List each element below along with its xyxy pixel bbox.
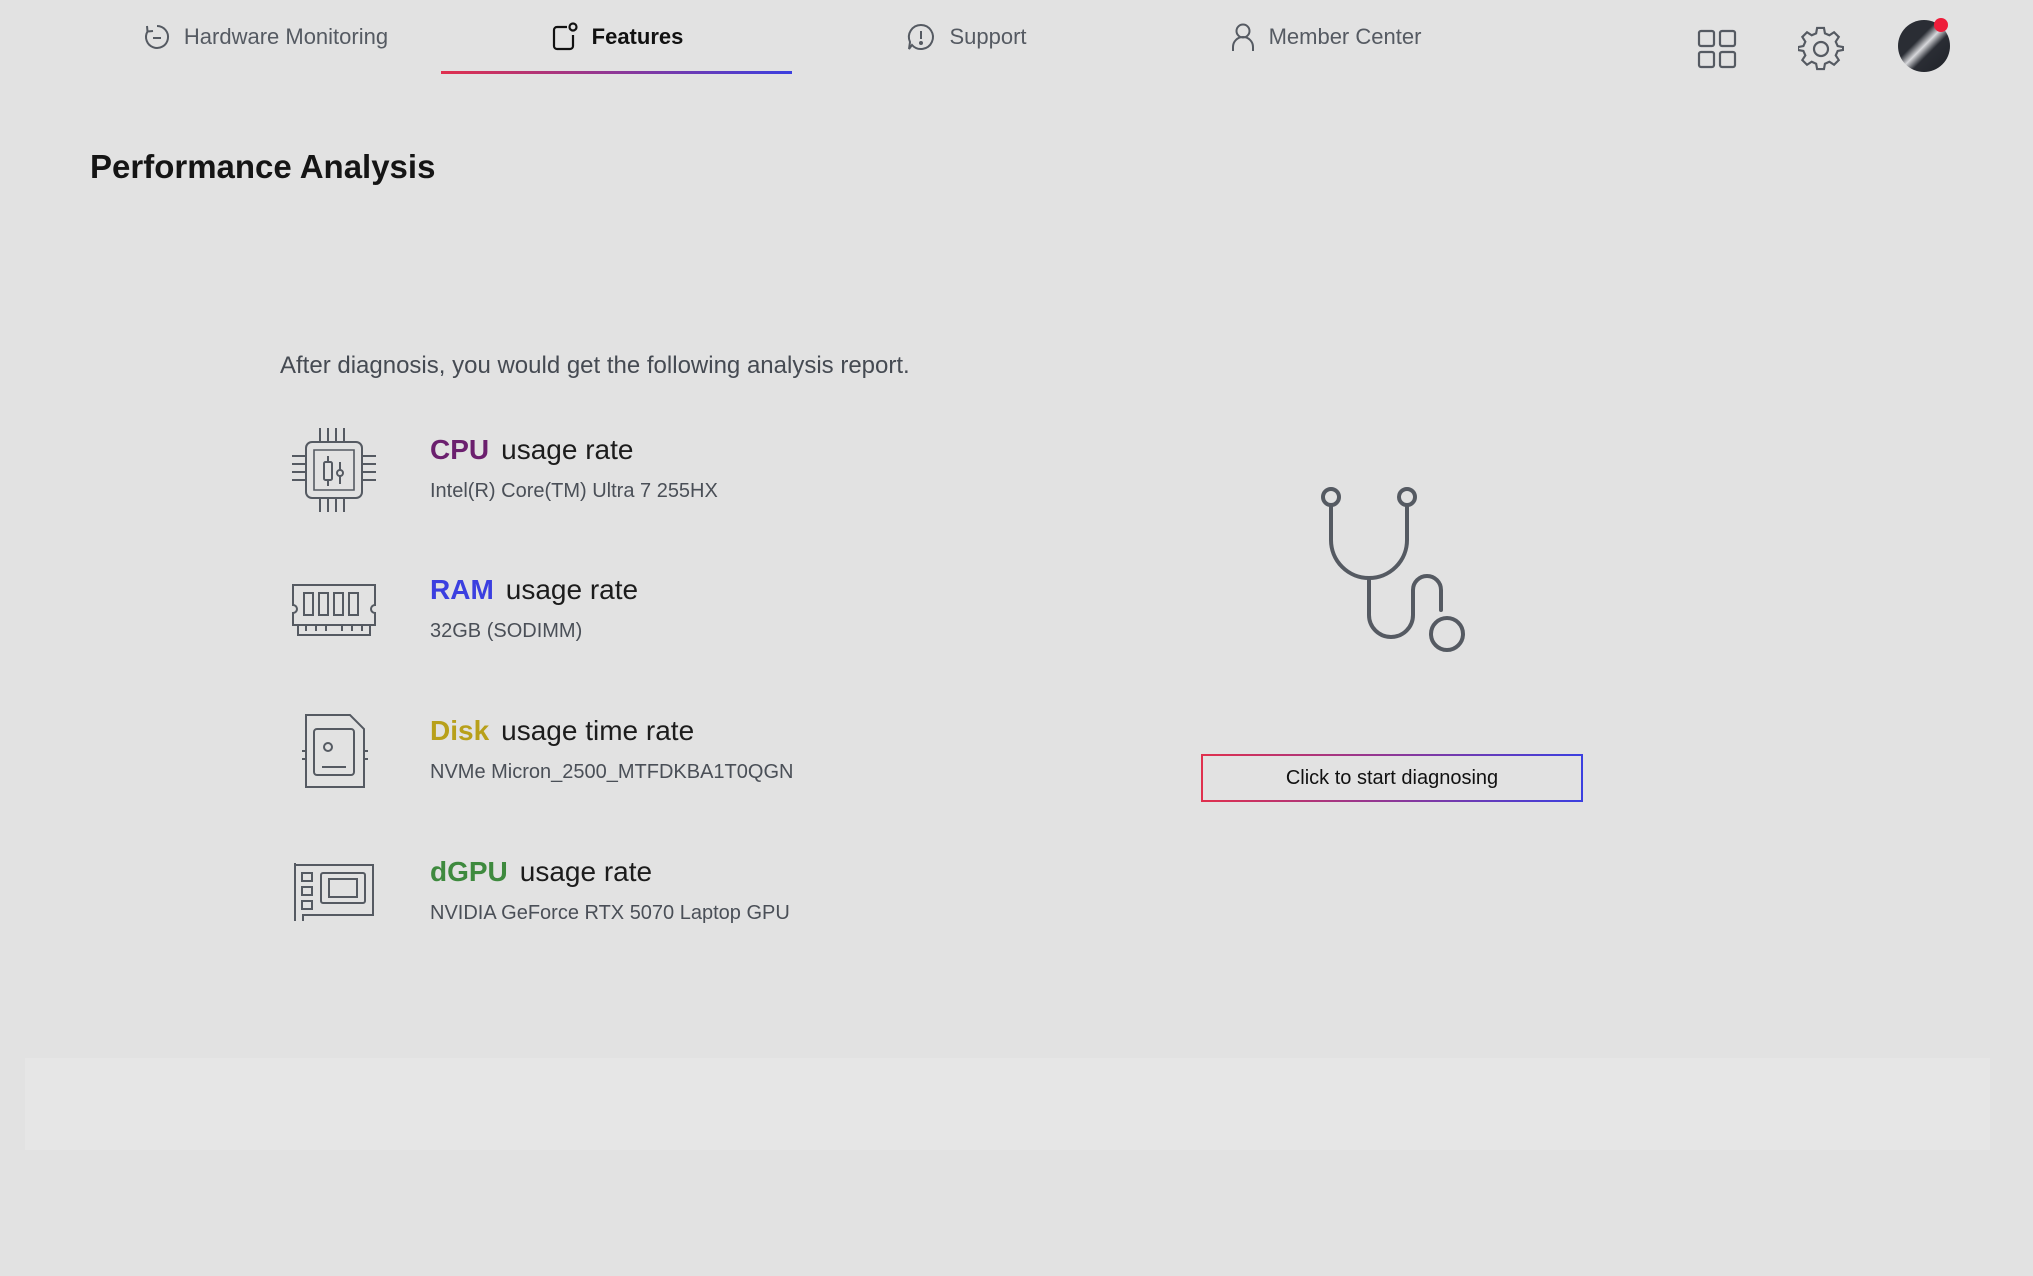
tab-features[interactable]: Features	[441, 0, 792, 74]
tab-label: Member Center	[1268, 24, 1422, 49]
item-metric: usage rate	[519, 856, 653, 887]
tab-hardware-monitoring[interactable]: Hardware Monitoring	[120, 0, 410, 74]
list-item-cpu: CPU usage rate Intel(R) Core(TM) Ultra 7 …	[280, 424, 1100, 534]
stethoscope-icon	[1310, 480, 1480, 660]
cpu-chip-icon	[288, 424, 380, 516]
item-metric: usage rate	[501, 434, 634, 465]
person-icon	[1229, 21, 1257, 53]
disk-drive-icon	[288, 705, 380, 797]
notification-dot	[1934, 18, 1948, 32]
item-name: CPU	[430, 434, 490, 465]
item-detail: 32GB (SODIMM)	[430, 620, 583, 642]
page-title: Performance Analysis	[90, 148, 436, 185]
list-item-ram: RAM usage rate 32GB (SODIMM)	[280, 564, 1100, 674]
features-icon	[550, 21, 580, 53]
item-title: dGPU usage rate	[430, 856, 652, 888]
gear-icon[interactable]	[1794, 22, 1848, 76]
item-title: CPU usage rate	[430, 434, 633, 466]
active-tab-underline	[441, 71, 792, 74]
item-detail: NVIDIA GeForce RTX 5070 Laptop GPU	[430, 902, 790, 924]
item-title: RAM usage rate	[430, 574, 638, 606]
apps-grid-icon[interactable]	[1690, 22, 1744, 76]
item-metric: usage time rate	[501, 715, 695, 746]
item-detail: Intel(R) Core(TM) Ultra 7 255HX	[430, 480, 718, 502]
list-item-disk: Disk usage time rate NVMe Micron_2500_MTF…	[280, 705, 1100, 815]
tab-member-center[interactable]: Member Center	[1200, 0, 1450, 74]
item-metric: usage rate	[505, 574, 639, 605]
tab-label: Hardware Monitoring	[183, 24, 389, 49]
bottom-panel	[25, 1058, 1990, 1150]
tab-support[interactable]: Support	[866, 0, 1066, 74]
gauge-icon	[142, 22, 172, 52]
item-title: Disk usage time rate	[430, 715, 694, 747]
list-item-dgpu: dGPU usage rate NVIDIA GeForce RTX 5070 L…	[280, 846, 1100, 956]
item-name: dGPU	[430, 856, 508, 887]
tab-label: Support	[949, 24, 1027, 49]
gpu-card-icon	[288, 846, 380, 938]
support-chat-icon	[905, 21, 937, 53]
item-detail: NVMe Micron_2500_MTFDKBA1T0QGN	[430, 761, 794, 783]
top-navigation: Hardware Monitoring Features Support Mem…	[0, 0, 2033, 80]
start-diagnosis-button[interactable]: Click to start diagnosing	[1201, 754, 1583, 802]
ram-module-icon	[288, 564, 380, 656]
item-name: RAM	[430, 574, 494, 605]
item-name: Disk	[430, 715, 490, 746]
intro-text: After diagnosis, you would get the follo…	[280, 352, 910, 379]
tab-label: Features	[591, 24, 684, 49]
